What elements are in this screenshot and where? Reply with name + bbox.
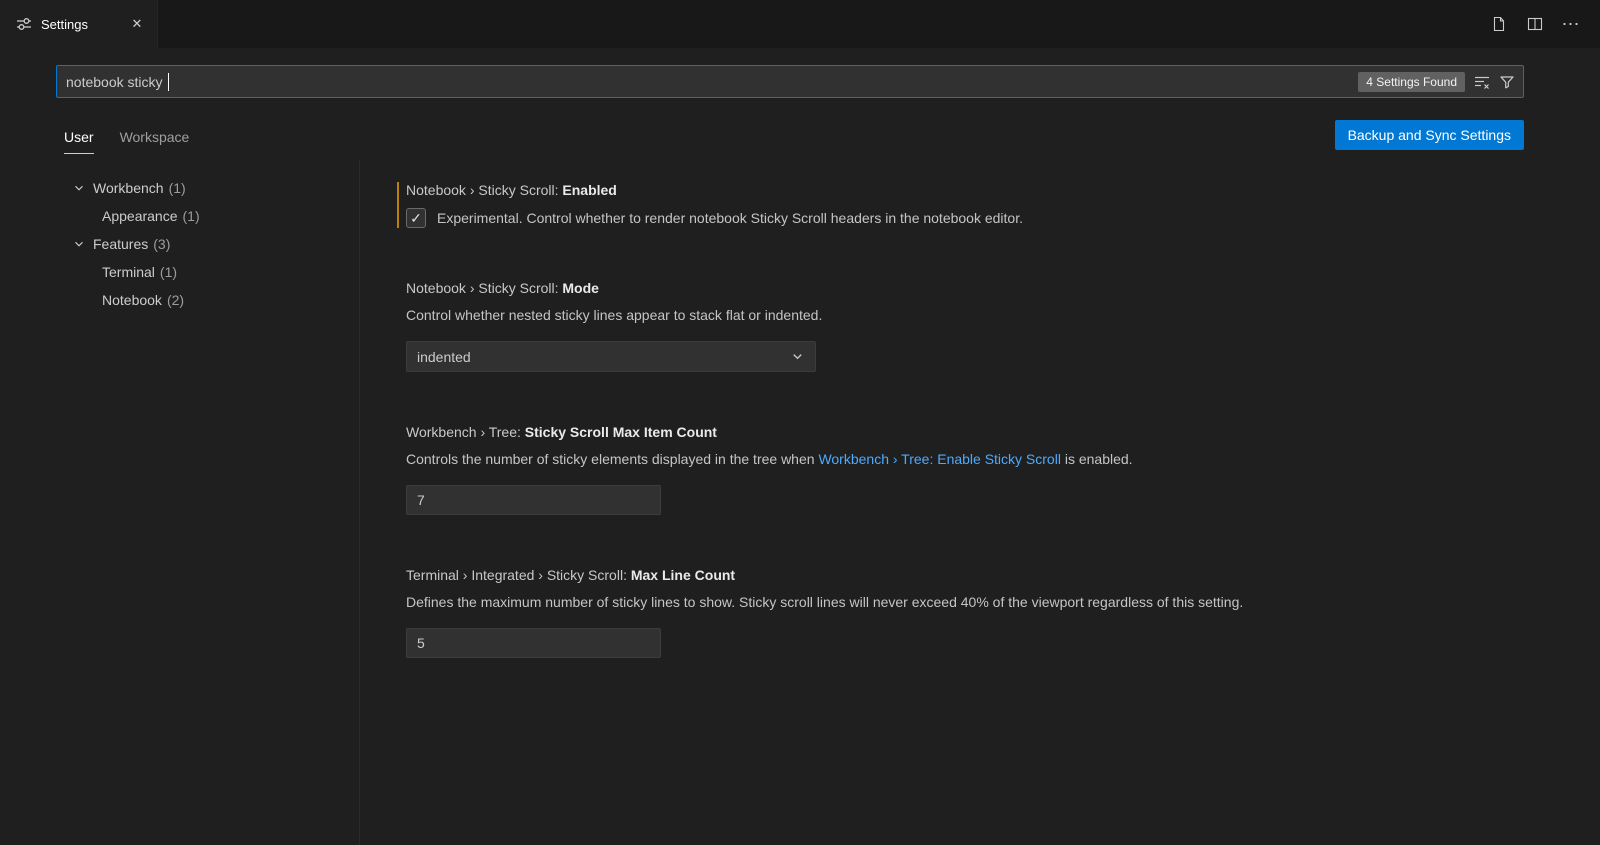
editor-actions: ⋯ xyxy=(1488,0,1600,48)
settings-sliders-icon xyxy=(16,16,32,32)
more-actions-glyph: ⋯ xyxy=(1562,19,1581,29)
tab-user[interactable]: User xyxy=(64,129,94,154)
settings-search-input[interactable]: notebook sticky 4 Settings Found xyxy=(56,65,1524,98)
tab-title: Settings xyxy=(41,17,88,32)
chevron-down-icon xyxy=(72,181,86,195)
split-editor-icon[interactable] xyxy=(1524,13,1546,35)
toc-label: Workbench xyxy=(93,180,164,196)
setting-category: Notebook › Sticky Scroll: xyxy=(406,280,562,296)
setting-description: Experimental. Control whether to render … xyxy=(437,209,1023,228)
setting-link[interactable]: Workbench › Tree: Enable Sticky Scroll xyxy=(818,451,1061,467)
settings-list: Notebook › Sticky Scroll: Enabled ✓ Expe… xyxy=(360,160,1600,845)
settings-body: Workbench (1) Appearance (1) Features (3… xyxy=(0,160,1600,845)
setting-title: Terminal › Integrated › Sticky Scroll: M… xyxy=(406,567,1560,583)
input-value: 5 xyxy=(417,635,425,651)
toc-item-appearance[interactable]: Appearance (1) xyxy=(0,202,359,230)
toc-item-workbench[interactable]: Workbench (1) xyxy=(0,174,359,202)
toc-count: (1) xyxy=(160,264,177,280)
results-count-badge: 4 Settings Found xyxy=(1358,72,1465,92)
toc-item-features[interactable]: Features (3) xyxy=(0,230,359,258)
tab-settings[interactable]: Settings ✕ xyxy=(0,0,158,48)
chevron-down-icon xyxy=(790,349,805,364)
setting-title: Notebook › Sticky Scroll: Enabled xyxy=(406,182,1560,198)
filter-icon[interactable] xyxy=(1499,74,1515,90)
setting-title: Workbench › Tree: Sticky Scroll Max Item… xyxy=(406,424,1560,440)
selected-option: indented xyxy=(417,349,471,365)
setting-notebook-sticky-scroll-mode: Notebook › Sticky Scroll: Mode Control w… xyxy=(397,280,1560,372)
setting-tree-sticky-scroll-max-item-count: Workbench › Tree: Sticky Scroll Max Item… xyxy=(397,424,1560,515)
scope-row: User Workspace Backup and Sync Settings xyxy=(0,98,1600,154)
settings-toc: Workbench (1) Appearance (1) Features (3… xyxy=(0,160,360,845)
close-icon[interactable]: ✕ xyxy=(127,14,147,34)
description-text: Controls the number of sticky elements d… xyxy=(406,451,818,467)
more-actions-icon[interactable]: ⋯ xyxy=(1560,13,1582,35)
clear-search-icon[interactable] xyxy=(1474,74,1490,90)
check-icon: ✓ xyxy=(410,211,422,225)
max-item-count-input[interactable]: 7 xyxy=(406,485,661,515)
setting-category: Terminal › Integrated › Sticky Scroll: xyxy=(406,567,631,583)
text-cursor xyxy=(168,73,169,91)
search-controls: 4 Settings Found xyxy=(1358,72,1515,92)
setting-name: Max Line Count xyxy=(631,567,735,583)
toc-item-notebook[interactable]: Notebook (2) xyxy=(0,286,359,314)
search-value: notebook sticky xyxy=(66,74,163,90)
search-row: notebook sticky 4 Settings Found xyxy=(0,48,1600,98)
setting-title: Notebook › Sticky Scroll: Mode xyxy=(406,280,1560,296)
setting-notebook-sticky-scroll-enabled: Notebook › Sticky Scroll: Enabled ✓ Expe… xyxy=(397,182,1560,228)
input-value: 7 xyxy=(417,492,425,508)
toc-label: Appearance xyxy=(102,208,178,224)
tab-workspace[interactable]: Workspace xyxy=(120,129,190,154)
setting-terminal-sticky-scroll-max-line-count: Terminal › Integrated › Sticky Scroll: M… xyxy=(397,567,1560,658)
setting-name: Mode xyxy=(562,280,599,296)
toc-count: (1) xyxy=(183,208,200,224)
max-line-count-input[interactable]: 5 xyxy=(406,628,661,658)
mode-select[interactable]: indented xyxy=(406,341,816,372)
setting-name: Enabled xyxy=(562,182,616,198)
setting-name: Sticky Scroll Max Item Count xyxy=(525,424,717,440)
checkbox[interactable]: ✓ xyxy=(406,208,426,228)
toc-count: (1) xyxy=(169,180,186,196)
backup-sync-settings-button[interactable]: Backup and Sync Settings xyxy=(1335,120,1524,150)
toc-label: Terminal xyxy=(102,264,155,280)
description-text: is enabled. xyxy=(1061,451,1133,467)
editor-tab-bar: Settings ✕ ⋯ xyxy=(0,0,1600,48)
toc-label: Notebook xyxy=(102,292,162,308)
toc-item-terminal[interactable]: Terminal (1) xyxy=(0,258,359,286)
setting-category: Notebook › Sticky Scroll: xyxy=(406,182,562,198)
open-settings-json-icon[interactable] xyxy=(1488,13,1510,35)
setting-check-line: ✓ Experimental. Control whether to rende… xyxy=(406,208,1560,228)
toc-label: Features xyxy=(93,236,148,252)
setting-description: Defines the maximum number of sticky lin… xyxy=(406,593,1560,612)
chevron-down-icon xyxy=(72,237,86,251)
toc-count: (3) xyxy=(153,236,170,252)
toc-count: (2) xyxy=(167,292,184,308)
settings-editor-window: Settings ✕ ⋯ notebook sticky xyxy=(0,0,1600,845)
setting-description: Controls the number of sticky elements d… xyxy=(406,450,1560,469)
setting-description: Control whether nested sticky lines appe… xyxy=(406,306,1560,325)
setting-category: Workbench › Tree: xyxy=(406,424,525,440)
